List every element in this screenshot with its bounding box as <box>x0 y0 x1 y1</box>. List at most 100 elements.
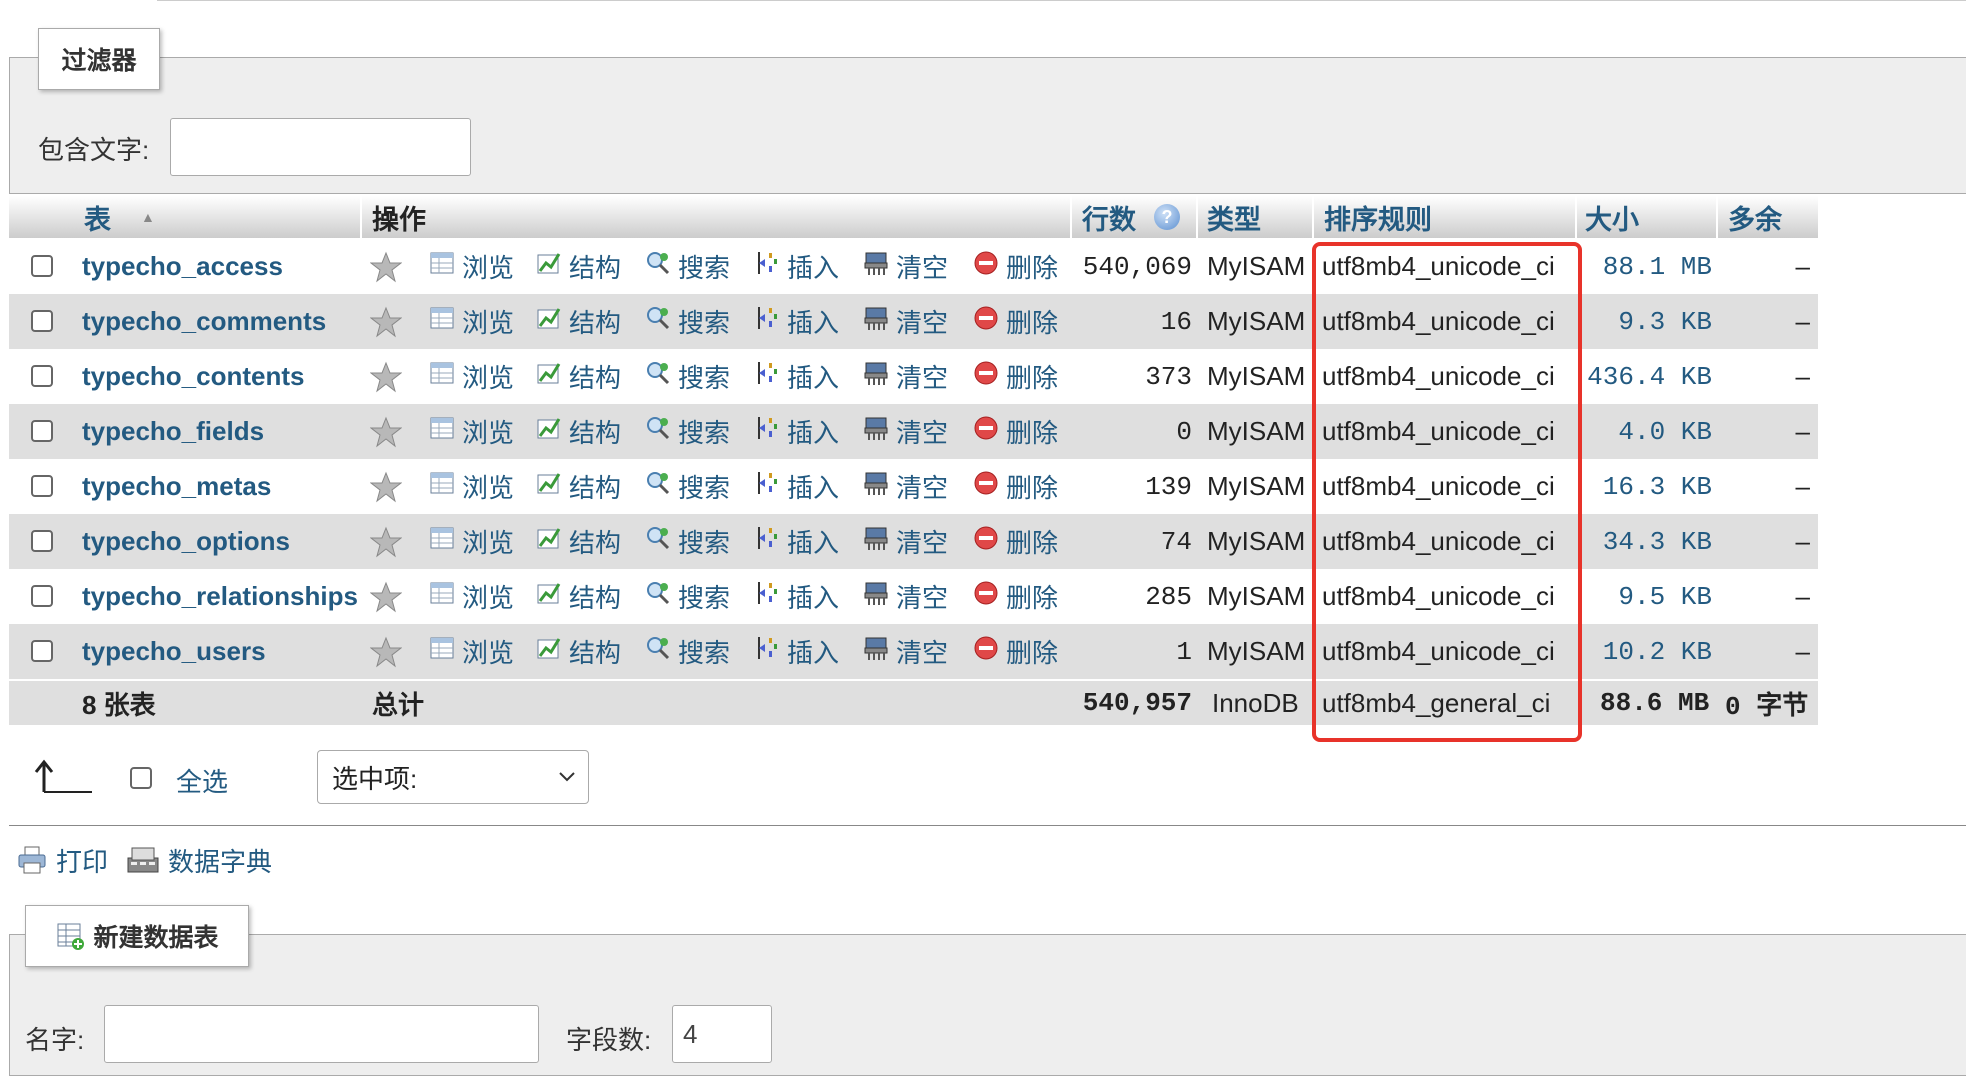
structure-action[interactable]: 结构 <box>535 239 621 294</box>
table-name-link[interactable]: typecho_fields <box>82 416 264 447</box>
favorite-star-icon[interactable] <box>369 416 403 448</box>
structure-action[interactable]: 结构 <box>535 514 621 569</box>
search-action[interactable]: 搜索 <box>644 349 730 404</box>
create-name-input[interactable] <box>104 1005 539 1063</box>
empty-action[interactable]: 清空 <box>862 239 948 294</box>
drop-action[interactable]: 删除 <box>972 459 1058 514</box>
row-checkbox[interactable] <box>31 530 53 552</box>
browse-action[interactable]: 浏览 <box>428 404 514 459</box>
insert-label: 插入 <box>787 638 840 668</box>
select-all-checkbox[interactable] <box>130 767 152 789</box>
select-all-label[interactable]: 全选 <box>176 762 228 799</box>
empty-action[interactable]: 清空 <box>862 569 948 624</box>
structure-action[interactable]: 结构 <box>535 459 621 514</box>
insert-action[interactable]: 插入 <box>753 349 839 404</box>
header-size[interactable]: 大小 <box>1585 196 1639 238</box>
structure-action[interactable]: 结构 <box>535 404 621 459</box>
table-name-link[interactable]: typecho_comments <box>82 306 326 337</box>
browse-action[interactable]: 浏览 <box>428 624 514 679</box>
favorite-star-icon[interactable] <box>369 526 403 558</box>
header-overhead[interactable]: 多余 <box>1728 196 1782 238</box>
drop-action[interactable]: 删除 <box>972 294 1058 349</box>
size-cell[interactable]: 9.3 KB <box>1580 294 1712 349</box>
header-rows[interactable]: 行数 ? <box>1082 196 1180 238</box>
structure-label: 结构 <box>569 528 622 558</box>
search-icon <box>644 359 672 394</box>
empty-action[interactable]: 清空 <box>862 349 948 404</box>
top-divider <box>157 0 1966 1</box>
help-icon[interactable]: ? <box>1154 204 1180 230</box>
browse-action[interactable]: 浏览 <box>428 514 514 569</box>
row-checkbox[interactable] <box>31 475 53 497</box>
search-action[interactable]: 搜索 <box>644 239 730 294</box>
search-action[interactable]: 搜索 <box>644 624 730 679</box>
row-checkbox[interactable] <box>31 255 53 277</box>
table-name-link[interactable]: typecho_users <box>82 636 266 667</box>
browse-action[interactable]: 浏览 <box>428 349 514 404</box>
drop-action[interactable]: 删除 <box>972 569 1058 624</box>
size-cell[interactable]: 10.2 KB <box>1580 624 1712 679</box>
browse-action[interactable]: 浏览 <box>428 459 514 514</box>
insert-action[interactable]: 插入 <box>753 514 839 569</box>
browse-action[interactable]: 浏览 <box>428 239 514 294</box>
table-name-link[interactable]: typecho_options <box>82 526 290 557</box>
structure-action[interactable]: 结构 <box>535 349 621 404</box>
print-link[interactable]: 打印 <box>16 840 108 880</box>
favorite-star-icon[interactable] <box>369 471 403 503</box>
empty-action[interactable]: 清空 <box>862 459 948 514</box>
favorite-star-icon[interactable] <box>369 636 403 668</box>
size-cell[interactable]: 16.3 KB <box>1580 459 1712 514</box>
drop-action[interactable]: 删除 <box>972 624 1058 679</box>
search-action[interactable]: 搜索 <box>644 404 730 459</box>
search-action[interactable]: 搜索 <box>644 569 730 624</box>
favorite-star-icon[interactable] <box>369 581 403 613</box>
header-collation[interactable]: 排序规则 <box>1324 196 1432 238</box>
search-action[interactable]: 搜索 <box>644 514 730 569</box>
empty-action[interactable]: 清空 <box>862 294 948 349</box>
insert-action[interactable]: 插入 <box>753 239 839 294</box>
structure-action[interactable]: 结构 <box>535 294 621 349</box>
size-cell[interactable]: 436.4 KB <box>1580 349 1712 404</box>
insert-action[interactable]: 插入 <box>753 459 839 514</box>
size-cell[interactable]: 88.1 MB <box>1580 239 1712 294</box>
browse-action[interactable]: 浏览 <box>428 569 514 624</box>
row-checkbox[interactable] <box>31 640 53 662</box>
table-name-link[interactable]: typecho_relationships <box>82 581 358 612</box>
filter-contains-input[interactable] <box>170 118 471 176</box>
with-selected-dropdown[interactable]: 选中项: <box>317 750 589 804</box>
empty-action[interactable]: 清空 <box>862 514 948 569</box>
insert-action[interactable]: 插入 <box>753 569 839 624</box>
empty-action[interactable]: 清空 <box>862 404 948 459</box>
drop-action[interactable]: 删除 <box>972 404 1058 459</box>
search-action[interactable]: 搜索 <box>644 294 730 349</box>
drop-action[interactable]: 删除 <box>972 514 1058 569</box>
drop-action[interactable]: 删除 <box>972 349 1058 404</box>
size-cell[interactable]: 9.5 KB <box>1580 569 1712 624</box>
favorite-star-icon[interactable] <box>369 306 403 338</box>
size-cell[interactable]: 34.3 KB <box>1580 514 1712 569</box>
favorite-star-icon[interactable] <box>369 251 403 283</box>
structure-action[interactable]: 结构 <box>535 624 621 679</box>
arrow-up-icon <box>34 759 92 793</box>
header-type[interactable]: 类型 <box>1207 196 1261 238</box>
search-action[interactable]: 搜索 <box>644 459 730 514</box>
insert-action[interactable]: 插入 <box>753 404 839 459</box>
favorite-star-icon[interactable] <box>369 361 403 393</box>
browse-action[interactable]: 浏览 <box>428 294 514 349</box>
table-name-link[interactable]: typecho_metas <box>82 471 271 502</box>
structure-action[interactable]: 结构 <box>535 569 621 624</box>
size-cell[interactable]: 4.0 KB <box>1580 404 1712 459</box>
row-checkbox[interactable] <box>31 310 53 332</box>
create-fields-input[interactable]: 4 <box>672 1005 772 1063</box>
insert-action[interactable]: 插入 <box>753 624 839 679</box>
data-dictionary-link[interactable]: 数据字典 <box>126 840 272 880</box>
header-table[interactable]: 表 ▲ <box>84 196 155 238</box>
table-name-link[interactable]: typecho_access <box>82 251 283 282</box>
row-checkbox[interactable] <box>31 365 53 387</box>
drop-action[interactable]: 删除 <box>972 239 1058 294</box>
table-name-link[interactable]: typecho_contents <box>82 361 305 392</box>
insert-action[interactable]: 插入 <box>753 294 839 349</box>
row-checkbox[interactable] <box>31 585 53 607</box>
row-checkbox[interactable] <box>31 420 53 442</box>
empty-action[interactable]: 清空 <box>862 624 948 679</box>
